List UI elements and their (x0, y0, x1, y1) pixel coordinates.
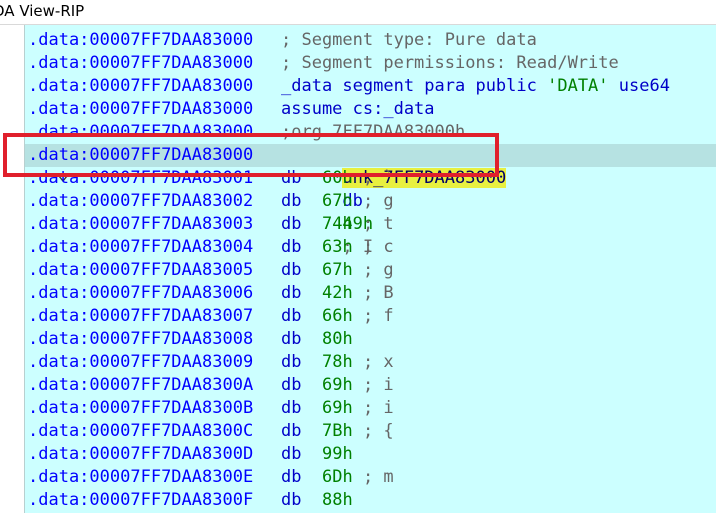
current-listing-line[interactable]: .data:00007FF7DAA83000 unk_7FF7DAA83000 … (25, 144, 716, 257)
line-comment: ; Segment permissions: Read/Write (281, 53, 619, 73)
line-address: 00007FF7DAA8300F (89, 490, 254, 510)
line-mnemonic: db (281, 168, 302, 188)
line-value: 6Dh (321, 467, 353, 487)
line-mnemonic: db (281, 490, 302, 510)
line-address: 00007FF7DAA83003 (89, 214, 254, 234)
line-address: 00007FF7DAA83000 (89, 99, 254, 119)
line-value: 78h (321, 352, 353, 372)
window-title: DA View-RIP (0, 2, 85, 20)
line-mnemonic: db (281, 260, 302, 280)
line-value: 69h (321, 375, 353, 395)
listing-line[interactable]: .data:00007FF7DAA8300C db 7Bh ; { (25, 420, 716, 443)
line-address: 00007FF7DAA83008 (89, 329, 254, 349)
line-comment: ; g (362, 191, 394, 211)
line-mnemonic: db (281, 283, 302, 303)
line-comment: ; t (362, 214, 394, 234)
listing-line[interactable]: .data:00007FF7DAA8300D db 99h (25, 443, 716, 466)
line-address: 00007FF7DAA8300A (89, 375, 254, 395)
listing-line[interactable]: .data:00007FF7DAA83008 db 80h (25, 328, 716, 351)
line-comment: ; ` (362, 168, 394, 188)
window-title-bar[interactable]: DA View-RIP (0, 0, 716, 25)
line-address: 00007FF7DAA83006 (89, 283, 254, 303)
line-value: 99h (321, 444, 353, 464)
line-address: 00007FF7DAA83000 (89, 53, 254, 73)
line-comment: ; Segment type: Pure data (281, 30, 537, 50)
listing-line[interactable]: .data:00007FF7DAA83002 db 67h ; g (25, 190, 716, 213)
listing-line[interactable]: .data:00007FF7DAA83004 db 63h ; c (25, 236, 716, 259)
line-value: 88h (321, 490, 353, 510)
line-address: 00007FF7DAA8300D (89, 444, 254, 464)
line-comment: ; i (362, 375, 394, 395)
listing-line[interactable]: .data:00007FF7DAA83001 db 60h ; ` (25, 167, 716, 190)
listing-line[interactable]: .data:00007FF7DAA83005 db 67h ; g (25, 259, 716, 282)
listing-line[interactable]: .data:00007FF7DAA83007 db 66h ; f (25, 305, 716, 328)
line-value: 42h (321, 283, 353, 303)
listing-line[interactable]: .data:00007FF7DAA8300B db 69h ; i (25, 397, 716, 420)
line-value: 67h (321, 260, 353, 280)
disassembly-listing[interactable]: .data:00007FF7DAA83000 ; Segment type: P… (24, 25, 716, 513)
line-comment: ; B (362, 283, 394, 303)
listing-line[interactable]: .data:00007FF7DAA83000 ; Segment permiss… (25, 52, 716, 75)
line-comment: ; x (362, 352, 394, 372)
line-mnemonic: db (281, 191, 302, 211)
line-value: 7Bh (321, 421, 353, 441)
listing-line[interactable]: .data:00007FF7DAA83003 db 74h ; t (25, 213, 716, 236)
line-mnemonic: db (281, 467, 302, 487)
line-address: 00007FF7DAA83001 (89, 168, 254, 188)
listing-line[interactable]: .data:00007FF7DAA83009 db 78h ; x (25, 351, 716, 374)
line-value: 69h (321, 398, 353, 418)
line-value: 63h (321, 237, 353, 257)
line-address: 00007FF7DAA83000 (89, 76, 254, 96)
line-mnemonic: db (281, 444, 302, 464)
line-comment: ; i (362, 398, 394, 418)
listing-line[interactable]: .data:00007FF7DAA83000 ;org 7FF7DAA83000… (25, 121, 716, 144)
listing-line[interactable]: .data:00007FF7DAA83000 assume cs:_data (25, 98, 716, 121)
line-address: 00007FF7DAA83007 (89, 306, 254, 326)
listing-line[interactable]: .data:00007FF7DAA83006 db 42h ; B (25, 282, 716, 305)
line-value: 67h (321, 191, 353, 211)
line-address: 00007FF7DAA83002 (89, 191, 254, 211)
line-value: 60h (321, 168, 353, 188)
line-address: 00007FF7DAA8300C (89, 421, 254, 441)
listing-line[interactable]: .data:00007FF7DAA8300A db 69h ; i (25, 374, 716, 397)
line-value: 66h (321, 306, 353, 326)
line-address: 00007FF7DAA8300B (89, 398, 254, 418)
line-comment: ; { (362, 421, 394, 441)
line-address: 00007FF7DAA83004 (89, 237, 254, 257)
arrows-gutter (0, 25, 24, 513)
segment-directive: _data segment para public 'DATA' use64 (281, 76, 670, 96)
line-mnemonic: db (281, 306, 302, 326)
listing-line[interactable]: .data:00007FF7DAA8300F db 88h (25, 489, 716, 512)
assume-directive: assume cs:_data (281, 99, 435, 119)
line-address: 00007FF7DAA83005 (89, 260, 254, 280)
line-mnemonic: db (281, 329, 302, 349)
line-address: 00007FF7DAA83000 (89, 145, 254, 165)
line-address: 00007FF7DAA83009 (89, 352, 254, 372)
listing-line[interactable]: .data:00007FF7DAA83000 ; Segment type: P… (25, 29, 716, 52)
line-mnemonic: db (281, 214, 302, 234)
line-value: 74h (321, 214, 353, 234)
line-comment: ; m (362, 467, 394, 487)
line-mnemonic: db (281, 237, 302, 257)
line-comment: ;org 7FF7DAA83000h (281, 122, 466, 142)
line-comment: ; f (362, 306, 394, 326)
line-comment: ; g (362, 260, 394, 280)
line-address: 00007FF7DAA83000 (89, 30, 254, 50)
line-address: 00007FF7DAA8300E (89, 467, 254, 487)
line-address: 00007FF7DAA83000 (89, 122, 254, 142)
line-mnemonic: db (281, 421, 302, 441)
line-mnemonic: db (281, 375, 302, 395)
line-comment: ; c (362, 237, 394, 257)
line-value: 80h (321, 329, 353, 349)
listing-line[interactable]: .data:00007FF7DAA8300E db 6Dh ; m (25, 466, 716, 489)
listing-line[interactable]: .data:00007FF7DAA83000 _data segment par… (25, 75, 716, 98)
line-mnemonic: db (281, 398, 302, 418)
line-mnemonic: db (281, 352, 302, 372)
